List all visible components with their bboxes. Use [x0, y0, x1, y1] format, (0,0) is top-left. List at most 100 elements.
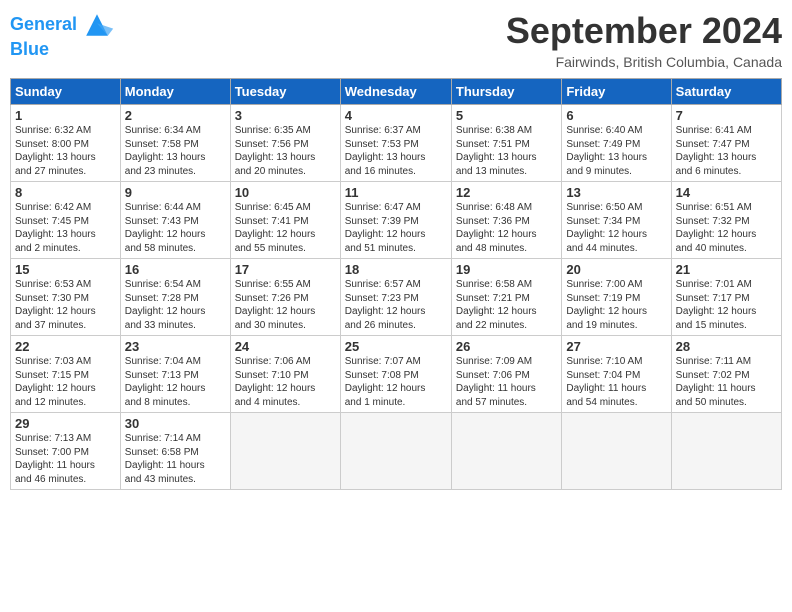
day-cell-1: 1Sunrise: 6:32 AM Sunset: 8:00 PM Daylig…: [11, 105, 121, 182]
day-info: Sunrise: 6:32 AM Sunset: 8:00 PM Dayligh…: [15, 124, 116, 178]
day-info: Sunrise: 6:48 AM Sunset: 7:36 PM Dayligh…: [456, 201, 557, 255]
day-number: 19: [456, 262, 557, 277]
location: Fairwinds, British Columbia, Canada: [506, 54, 782, 70]
day-cell-28: 28Sunrise: 7:11 AM Sunset: 7:02 PM Dayli…: [671, 336, 781, 413]
empty-cell: [451, 413, 561, 490]
day-cell-15: 15Sunrise: 6:53 AM Sunset: 7:30 PM Dayli…: [11, 259, 121, 336]
day-info: Sunrise: 7:09 AM Sunset: 7:06 PM Dayligh…: [456, 355, 557, 409]
day-number: 8: [15, 185, 116, 200]
day-number: 23: [125, 339, 226, 354]
weekday-header-saturday: Saturday: [671, 79, 781, 105]
title-block: September 2024 Fairwinds, British Columb…: [506, 10, 782, 70]
day-cell-17: 17Sunrise: 6:55 AM Sunset: 7:26 PM Dayli…: [230, 259, 340, 336]
day-number: 15: [15, 262, 116, 277]
day-cell-23: 23Sunrise: 7:04 AM Sunset: 7:13 PM Dayli…: [120, 336, 230, 413]
logo: General Blue: [10, 10, 115, 60]
day-info: Sunrise: 6:35 AM Sunset: 7:56 PM Dayligh…: [235, 124, 336, 178]
day-cell-24: 24Sunrise: 7:06 AM Sunset: 7:10 PM Dayli…: [230, 336, 340, 413]
day-cell-9: 9Sunrise: 6:44 AM Sunset: 7:43 PM Daylig…: [120, 182, 230, 259]
day-info: Sunrise: 6:55 AM Sunset: 7:26 PM Dayligh…: [235, 278, 336, 332]
day-number: 28: [676, 339, 777, 354]
day-number: 12: [456, 185, 557, 200]
day-cell-11: 11Sunrise: 6:47 AM Sunset: 7:39 PM Dayli…: [340, 182, 451, 259]
day-number: 16: [125, 262, 226, 277]
day-cell-5: 5Sunrise: 6:38 AM Sunset: 7:51 PM Daylig…: [451, 105, 561, 182]
day-info: Sunrise: 7:00 AM Sunset: 7:19 PM Dayligh…: [566, 278, 666, 332]
day-number: 11: [345, 185, 447, 200]
day-number: 3: [235, 108, 336, 123]
day-number: 13: [566, 185, 666, 200]
day-info: Sunrise: 6:41 AM Sunset: 7:47 PM Dayligh…: [676, 124, 777, 178]
day-cell-14: 14Sunrise: 6:51 AM Sunset: 7:32 PM Dayli…: [671, 182, 781, 259]
empty-cell: [340, 413, 451, 490]
day-number: 1: [15, 108, 116, 123]
day-info: Sunrise: 6:51 AM Sunset: 7:32 PM Dayligh…: [676, 201, 777, 255]
month-title: September 2024: [506, 10, 782, 52]
day-cell-12: 12Sunrise: 6:48 AM Sunset: 7:36 PM Dayli…: [451, 182, 561, 259]
day-info: Sunrise: 7:11 AM Sunset: 7:02 PM Dayligh…: [676, 355, 777, 409]
logo-blue: Blue: [10, 40, 115, 60]
day-number: 9: [125, 185, 226, 200]
day-info: Sunrise: 6:47 AM Sunset: 7:39 PM Dayligh…: [345, 201, 447, 255]
day-info: Sunrise: 6:34 AM Sunset: 7:58 PM Dayligh…: [125, 124, 226, 178]
weekday-header-friday: Friday: [562, 79, 671, 105]
day-number: 4: [345, 108, 447, 123]
day-info: Sunrise: 6:40 AM Sunset: 7:49 PM Dayligh…: [566, 124, 666, 178]
day-cell-3: 3Sunrise: 6:35 AM Sunset: 7:56 PM Daylig…: [230, 105, 340, 182]
day-number: 20: [566, 262, 666, 277]
day-number: 21: [676, 262, 777, 277]
day-info: Sunrise: 7:07 AM Sunset: 7:08 PM Dayligh…: [345, 355, 447, 409]
weekday-header-sunday: Sunday: [11, 79, 121, 105]
empty-cell: [230, 413, 340, 490]
day-number: 18: [345, 262, 447, 277]
day-number: 22: [15, 339, 116, 354]
day-cell-27: 27Sunrise: 7:10 AM Sunset: 7:04 PM Dayli…: [562, 336, 671, 413]
weekday-header-row: SundayMondayTuesdayWednesdayThursdayFrid…: [11, 79, 782, 105]
day-cell-10: 10Sunrise: 6:45 AM Sunset: 7:41 PM Dayli…: [230, 182, 340, 259]
day-info: Sunrise: 6:44 AM Sunset: 7:43 PM Dayligh…: [125, 201, 226, 255]
day-info: Sunrise: 7:04 AM Sunset: 7:13 PM Dayligh…: [125, 355, 226, 409]
day-number: 2: [125, 108, 226, 123]
page-header: General Blue September 2024 Fairwinds, B…: [10, 10, 782, 70]
day-info: Sunrise: 6:54 AM Sunset: 7:28 PM Dayligh…: [125, 278, 226, 332]
calendar-week-5: 29Sunrise: 7:13 AM Sunset: 7:00 PM Dayli…: [11, 413, 782, 490]
day-cell-2: 2Sunrise: 6:34 AM Sunset: 7:58 PM Daylig…: [120, 105, 230, 182]
day-cell-16: 16Sunrise: 6:54 AM Sunset: 7:28 PM Dayli…: [120, 259, 230, 336]
weekday-header-thursday: Thursday: [451, 79, 561, 105]
day-info: Sunrise: 6:57 AM Sunset: 7:23 PM Dayligh…: [345, 278, 447, 332]
day-number: 26: [456, 339, 557, 354]
day-cell-13: 13Sunrise: 6:50 AM Sunset: 7:34 PM Dayli…: [562, 182, 671, 259]
weekday-header-wednesday: Wednesday: [340, 79, 451, 105]
day-number: 14: [676, 185, 777, 200]
calendar-week-4: 22Sunrise: 7:03 AM Sunset: 7:15 PM Dayli…: [11, 336, 782, 413]
calendar-table: SundayMondayTuesdayWednesdayThursdayFrid…: [10, 78, 782, 490]
empty-cell: [562, 413, 671, 490]
calendar-week-3: 15Sunrise: 6:53 AM Sunset: 7:30 PM Dayli…: [11, 259, 782, 336]
logo-icon: [79, 10, 115, 40]
day-cell-18: 18Sunrise: 6:57 AM Sunset: 7:23 PM Dayli…: [340, 259, 451, 336]
day-number: 24: [235, 339, 336, 354]
day-number: 25: [345, 339, 447, 354]
day-info: Sunrise: 6:42 AM Sunset: 7:45 PM Dayligh…: [15, 201, 116, 255]
day-number: 5: [456, 108, 557, 123]
weekday-header-tuesday: Tuesday: [230, 79, 340, 105]
day-number: 30: [125, 416, 226, 431]
day-number: 27: [566, 339, 666, 354]
day-info: Sunrise: 7:13 AM Sunset: 7:00 PM Dayligh…: [15, 432, 116, 486]
day-info: Sunrise: 7:10 AM Sunset: 7:04 PM Dayligh…: [566, 355, 666, 409]
day-info: Sunrise: 6:37 AM Sunset: 7:53 PM Dayligh…: [345, 124, 447, 178]
day-info: Sunrise: 6:50 AM Sunset: 7:34 PM Dayligh…: [566, 201, 666, 255]
day-info: Sunrise: 7:14 AM Sunset: 6:58 PM Dayligh…: [125, 432, 226, 486]
day-info: Sunrise: 6:45 AM Sunset: 7:41 PM Dayligh…: [235, 201, 336, 255]
empty-cell: [671, 413, 781, 490]
day-cell-6: 6Sunrise: 6:40 AM Sunset: 7:49 PM Daylig…: [562, 105, 671, 182]
day-cell-8: 8Sunrise: 6:42 AM Sunset: 7:45 PM Daylig…: [11, 182, 121, 259]
day-cell-20: 20Sunrise: 7:00 AM Sunset: 7:19 PM Dayli…: [562, 259, 671, 336]
day-cell-7: 7Sunrise: 6:41 AM Sunset: 7:47 PM Daylig…: [671, 105, 781, 182]
day-cell-25: 25Sunrise: 7:07 AM Sunset: 7:08 PM Dayli…: [340, 336, 451, 413]
logo-text: General: [10, 15, 77, 35]
day-info: Sunrise: 7:03 AM Sunset: 7:15 PM Dayligh…: [15, 355, 116, 409]
day-number: 6: [566, 108, 666, 123]
day-number: 29: [15, 416, 116, 431]
calendar-week-2: 8Sunrise: 6:42 AM Sunset: 7:45 PM Daylig…: [11, 182, 782, 259]
